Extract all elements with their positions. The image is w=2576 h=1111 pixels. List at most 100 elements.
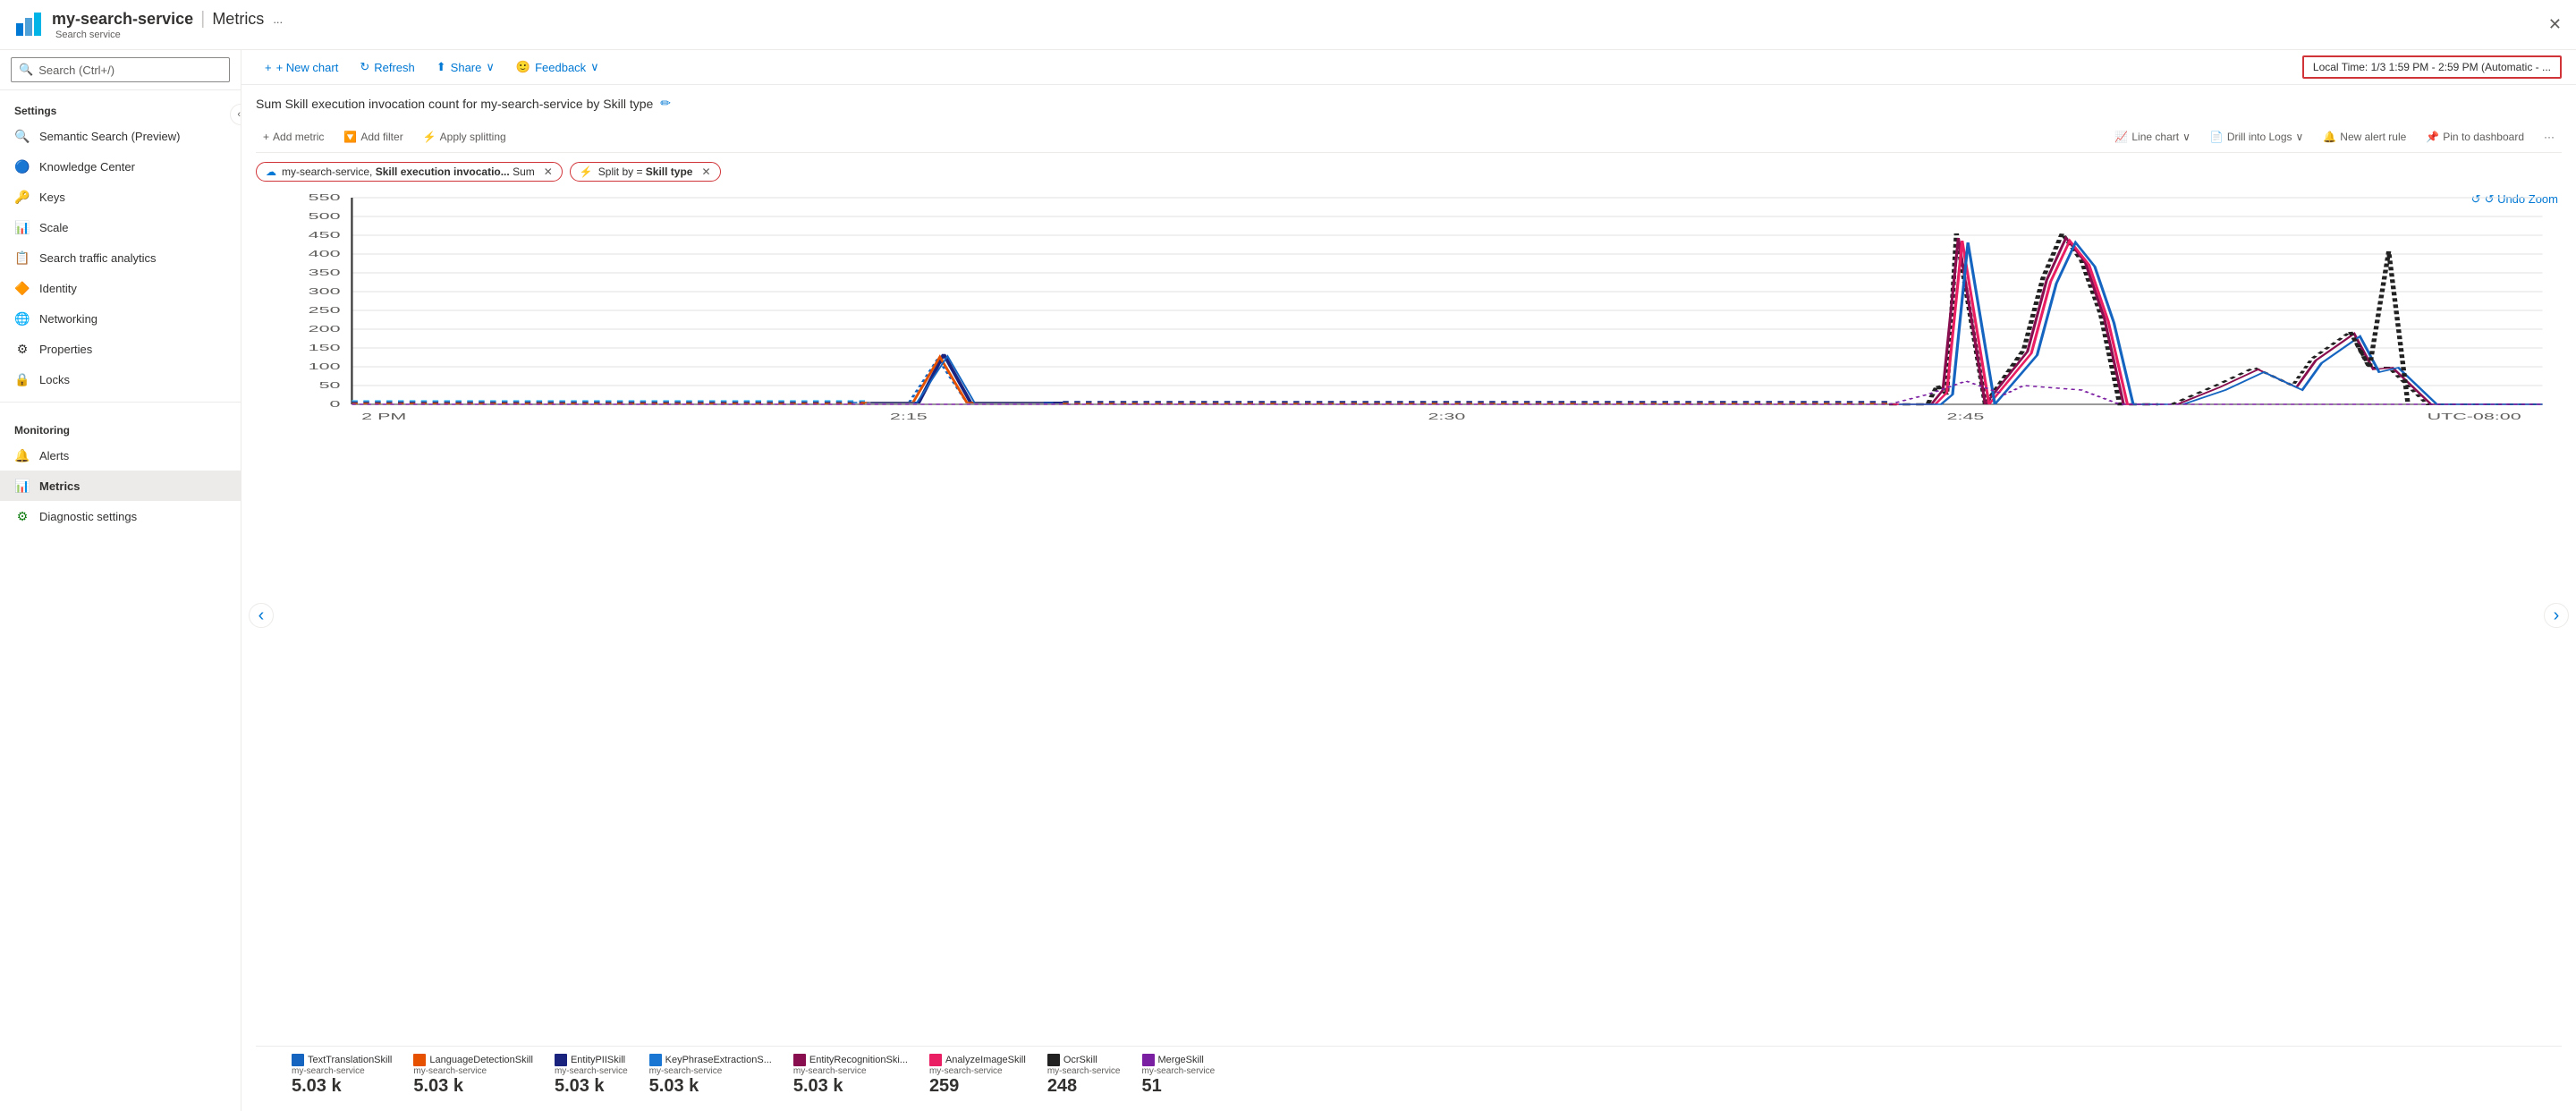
refresh-label: Refresh: [374, 61, 415, 74]
legend-color-entity-pii: [555, 1054, 567, 1066]
add-metric-icon: +: [263, 131, 269, 143]
monitoring-section-label: Monitoring: [0, 410, 241, 440]
header: my-search-service | Metrics ... Search s…: [0, 0, 2576, 50]
chart-svg-area: ‹ ›: [256, 189, 2562, 1042]
add-filter-icon: 🔽: [343, 131, 357, 143]
line-chart-button[interactable]: 📈 Line chart ∨: [2107, 127, 2197, 147]
pin-to-dashboard-button[interactable]: 📌 Pin to dashboard: [2419, 127, 2531, 147]
main-layout: 🔍 Search (Ctrl+/) ‹‹ Settings 🔍 Semantic…: [0, 50, 2576, 1111]
svg-text:150: 150: [309, 343, 341, 352]
cloud-icon: ☁: [266, 165, 276, 178]
new-chart-label: + New chart: [276, 61, 339, 74]
feedback-label: Feedback: [535, 61, 586, 74]
header-ellipsis[interactable]: ...: [273, 13, 283, 26]
sidebar-item-label: Diagnostic settings: [39, 510, 137, 523]
svg-text:550: 550: [309, 192, 341, 202]
legend-value: 5.03 k: [555, 1076, 605, 1097]
search-input[interactable]: 🔍 Search (Ctrl+/): [11, 57, 230, 82]
chart-toolbar-right: 📈 Line chart ∨ 📄 Drill into Logs ∨ 🔔 New…: [2107, 127, 2562, 147]
metric-tag-split-by: ⚡ Split by = Skill type ✕: [570, 162, 721, 182]
chart-nav-right-button[interactable]: ›: [2544, 603, 2569, 628]
properties-icon: ⚙: [14, 341, 30, 357]
legend-item-analyze-image: AnalyzeImageSkill my-search-service 259: [929, 1054, 1026, 1097]
legend-value: 51: [1142, 1076, 1162, 1097]
split-icon: ⚡: [580, 165, 593, 178]
keys-icon: 🔑: [14, 189, 30, 205]
sidebar-item-label: Search traffic analytics: [39, 251, 157, 265]
sidebar-item-search-traffic[interactable]: 📋 Search traffic analytics: [0, 242, 241, 273]
svg-text:2 PM: 2 PM: [361, 411, 406, 421]
sidebar-item-label: Networking: [39, 312, 97, 326]
legend-color-text-translation: [292, 1054, 304, 1066]
apply-splitting-button[interactable]: ⚡ Apply splitting: [416, 127, 513, 147]
svg-text:500: 500: [309, 211, 341, 221]
edit-title-icon[interactable]: ✏: [660, 96, 671, 111]
metric-tag-close-button[interactable]: ✕: [544, 165, 553, 178]
time-range-label: Local Time: 1/3 1:59 PM - 2:59 PM (Autom…: [2313, 61, 2551, 73]
new-chart-icon: +: [265, 61, 272, 74]
new-alert-rule-button[interactable]: 🔔 New alert rule: [2316, 127, 2413, 147]
sidebar-item-label: Identity: [39, 282, 77, 295]
sidebar-divider: [0, 402, 241, 403]
share-icon: ⬆: [436, 60, 446, 74]
pin-to-dashboard-label: Pin to dashboard: [2443, 131, 2524, 143]
sidebar-item-networking[interactable]: 🌐 Networking: [0, 303, 241, 334]
metric-tags-row: ☁ my-search-service, Skill execution inv…: [256, 162, 2562, 182]
sidebar-item-semantic-search[interactable]: 🔍 Semantic Search (Preview): [0, 121, 241, 151]
share-button[interactable]: ⬆ Share ∨: [428, 55, 504, 79]
line-chart-chevron-icon: ∨: [2182, 131, 2190, 143]
feedback-button[interactable]: 🙂 Feedback ∨: [507, 55, 608, 79]
legend-label: AnalyzeImageSkill: [945, 1055, 1026, 1065]
legend-service: my-search-service: [292, 1066, 365, 1076]
content-area: + + New chart ↻ Refresh ⬆ Share ∨ 🙂 Feed…: [242, 50, 2576, 1111]
legend-color-merge: [1142, 1054, 1155, 1066]
time-range-button[interactable]: Local Time: 1/3 1:59 PM - 2:59 PM (Autom…: [2302, 55, 2562, 79]
sidebar-item-keys[interactable]: 🔑 Keys: [0, 182, 241, 212]
search-input-inner: 🔍 Search (Ctrl+/): [19, 63, 114, 77]
drill-into-logs-label: Drill into Logs: [2227, 131, 2292, 143]
sidebar-item-identity[interactable]: 🔶 Identity: [0, 273, 241, 303]
add-metric-button[interactable]: + Add metric: [256, 127, 331, 147]
new-chart-button[interactable]: + + New chart: [256, 56, 347, 79]
more-icon: ···: [2544, 131, 2555, 143]
new-alert-rule-label: New alert rule: [2340, 131, 2406, 143]
alerts-icon: 🔔: [14, 447, 30, 463]
svg-text:UTC-08:00: UTC-08:00: [2428, 411, 2521, 421]
scale-icon: 📊: [14, 219, 30, 235]
chart-nav-left-button[interactable]: ‹: [249, 603, 274, 628]
svg-text:2:15: 2:15: [890, 411, 928, 421]
sidebar-item-knowledge-center[interactable]: 🔵 Knowledge Center: [0, 151, 241, 182]
feedback-icon: 🙂: [516, 60, 530, 74]
legend-area: TextTranslationSkill my-search-service 5…: [256, 1046, 2562, 1100]
add-filter-button[interactable]: 🔽 Add filter: [336, 127, 410, 147]
legend-item-entity-recognition: EntityRecognitionSki... my-search-servic…: [793, 1054, 908, 1097]
sidebar-item-scale[interactable]: 📊 Scale: [0, 212, 241, 242]
search-placeholder: Search (Ctrl+/): [38, 64, 114, 77]
sidebar-item-locks[interactable]: 🔒 Locks: [0, 364, 241, 394]
legend-service: my-search-service: [649, 1066, 723, 1076]
sidebar-item-metrics[interactable]: 📊 Metrics: [0, 471, 241, 501]
page-title: Metrics: [212, 10, 264, 29]
svg-text:2:45: 2:45: [1947, 411, 1985, 421]
svg-text:300: 300: [309, 286, 341, 296]
refresh-button[interactable]: ↻ Refresh: [351, 55, 423, 79]
legend-service: my-search-service: [929, 1066, 1003, 1076]
app-container: my-search-service | Metrics ... Search s…: [0, 0, 2576, 1111]
split-tag-close-button[interactable]: ✕: [701, 165, 710, 178]
sidebar-item-label: Scale: [39, 221, 69, 234]
sidebar-item-properties[interactable]: ⚙ Properties: [0, 334, 241, 364]
sidebar-item-alerts[interactable]: 🔔 Alerts: [0, 440, 241, 471]
more-options-button[interactable]: ···: [2537, 127, 2562, 147]
main-toolbar: + + New chart ↻ Refresh ⬆ Share ∨ 🙂 Feed…: [242, 50, 2576, 85]
sidebar-item-diagnostic[interactable]: ⚙ Diagnostic settings: [0, 501, 241, 531]
close-button[interactable]: ✕: [2548, 15, 2562, 34]
share-label: Share: [451, 61, 482, 74]
legend-header: OcrSkill: [1047, 1054, 1097, 1066]
chart-title-text: Sum Skill execution invocation count for…: [256, 97, 653, 111]
metric-tag-text: my-search-service, Skill execution invoc…: [282, 165, 535, 178]
drill-into-logs-button[interactable]: 📄 Drill into Logs ∨: [2203, 127, 2310, 147]
metrics-icon: 📊: [14, 478, 30, 494]
locks-icon: 🔒: [14, 371, 30, 387]
app-icon: [14, 11, 43, 39]
networking-icon: 🌐: [14, 310, 30, 327]
